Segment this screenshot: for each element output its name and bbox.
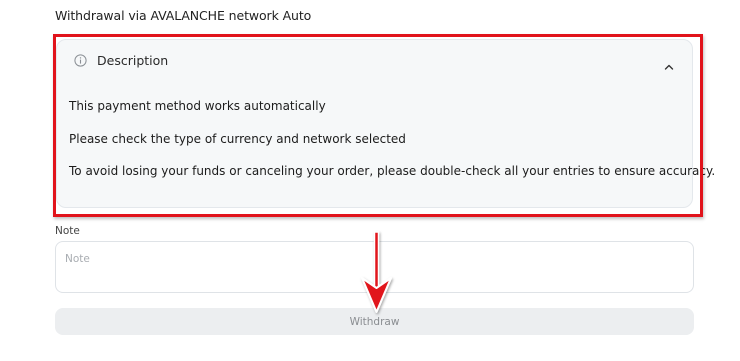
- note-label: Note: [55, 225, 80, 237]
- page-title: Withdrawal via AVALANCHE network Auto: [55, 8, 312, 23]
- down-arrow-annotation: [361, 231, 392, 313]
- highlight-annotation-frame: [53, 34, 703, 217]
